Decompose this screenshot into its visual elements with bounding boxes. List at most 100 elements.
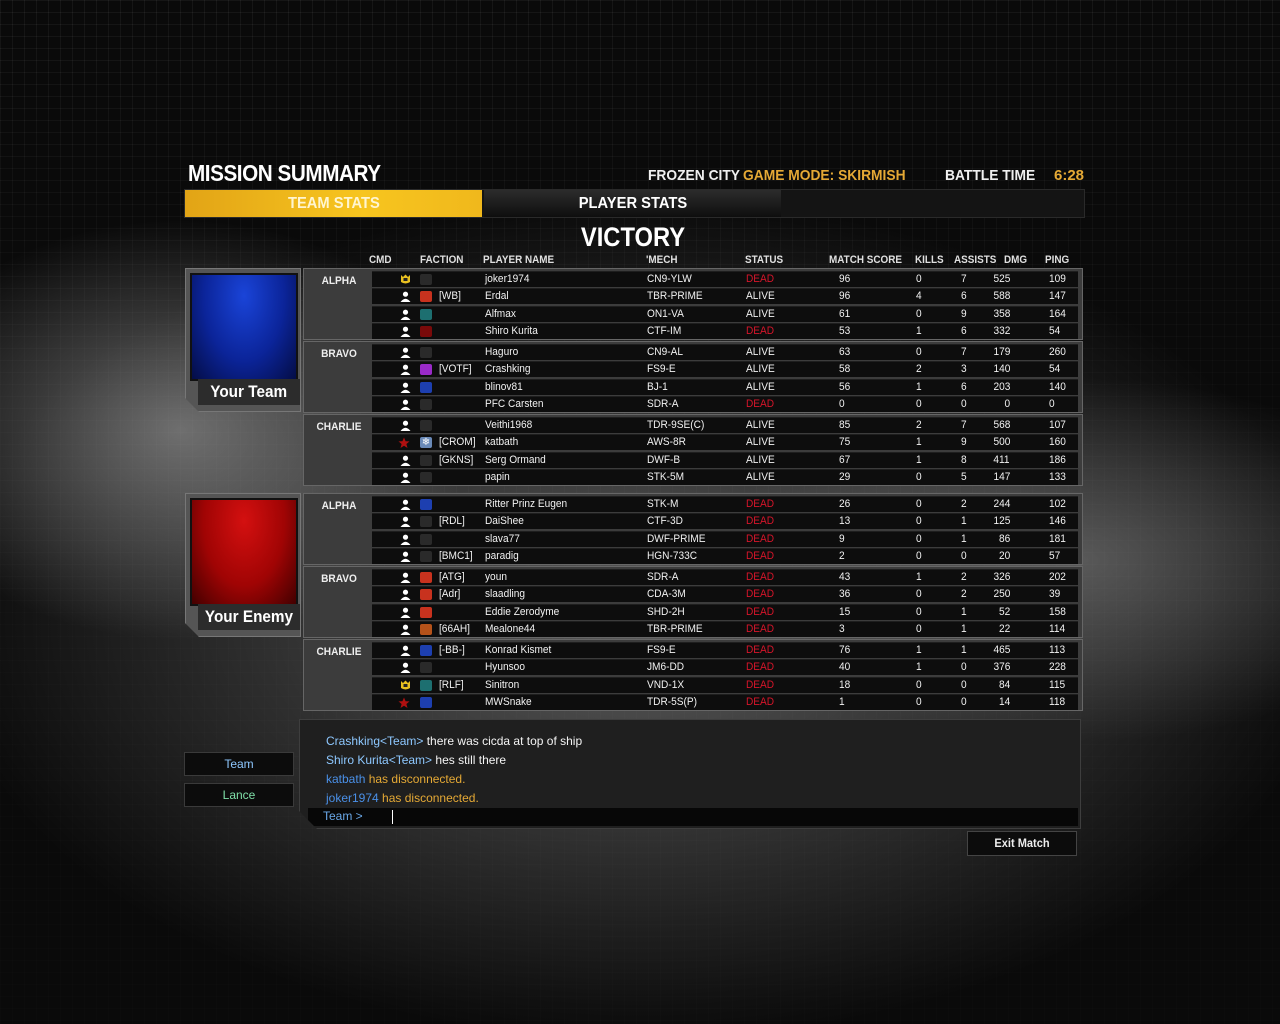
- player-name[interactable]: blinov81: [485, 380, 523, 395]
- player-name[interactable]: Crashking: [485, 362, 531, 377]
- player-name[interactable]: Eddie Zerodyme: [485, 605, 559, 620]
- player-name[interactable]: slava77: [485, 532, 520, 547]
- assists: 1: [961, 515, 967, 528]
- match-score: 9: [839, 532, 845, 545]
- col-match-score[interactable]: MATCH SCORE: [829, 254, 902, 266]
- chat-sender[interactable]: Shiro Kurita<Team>: [326, 753, 432, 767]
- faction-tag: [-BB-]: [439, 644, 465, 656]
- player-row[interactable]: Hyunsoo JM6-DD DEAD 40 1 0 376 228: [372, 659, 1078, 676]
- player-row[interactable]: blinov81 BJ-1 ALIVE 56 1 6 203 140: [372, 378, 1078, 395]
- damage: 20: [998, 549, 1010, 562]
- player-name[interactable]: Mealone44: [485, 622, 535, 637]
- player-name[interactable]: paradig: [485, 549, 519, 564]
- player-row[interactable]: Veithi1968 TDR-9SE(C) ALIVE 85 2 7 568 107: [372, 417, 1078, 433]
- ping: 228: [1049, 661, 1066, 674]
- chat-sender[interactable]: katbath: [326, 772, 365, 786]
- player-name[interactable]: joker1974: [485, 272, 529, 287]
- player-row[interactable]: [Adr] slaadling CDA-3M DEAD 36 0 2 250 39: [372, 586, 1078, 603]
- button-label: Lance: [222, 788, 256, 802]
- damage: 326: [993, 571, 1010, 583]
- player-name[interactable]: Alfmax: [485, 307, 516, 322]
- player-name[interactable]: Ritter Prinz Eugen: [485, 497, 567, 512]
- tab-label: TEAM STATS: [287, 195, 380, 212]
- assists: 1: [961, 622, 967, 635]
- player-name[interactable]: Shiro Kurita: [485, 324, 538, 339]
- mech-variant: CN9-YLW: [647, 273, 692, 285]
- col-kills[interactable]: KILLS: [915, 254, 944, 266]
- match-score: 36: [839, 588, 851, 601]
- tab-player-stats[interactable]: PLAYER STATS: [484, 190, 781, 217]
- assists: 9: [961, 436, 967, 449]
- faction-blue-icon: [420, 645, 432, 656]
- assists: 6: [961, 380, 967, 393]
- founder-icon: [398, 437, 410, 449]
- player-name[interactable]: Veithi1968: [485, 418, 532, 433]
- player-name[interactable]: Serg Ormand: [485, 453, 546, 468]
- mech-variant: FS9-E: [647, 363, 676, 376]
- player-row[interactable]: [WB] Erdal TBR-PRIME ALIVE 96 4 6 588 147: [372, 288, 1078, 305]
- player-row[interactable]: joker1974 CN9-YLW DEAD 96 0 7 525 109: [372, 271, 1078, 287]
- player-name[interactable]: Hyunsoo: [485, 660, 525, 675]
- player-name[interactable]: MWSnake: [485, 695, 532, 710]
- player-name[interactable]: katbath: [485, 435, 518, 450]
- col-dmg[interactable]: DMG: [1004, 254, 1027, 266]
- col-mech[interactable]: 'MECH: [646, 254, 678, 266]
- player-name[interactable]: slaadling: [485, 587, 525, 602]
- chat-input[interactable]: Team >: [308, 808, 1078, 826]
- chat-sender[interactable]: joker1974: [326, 791, 379, 805]
- faction-snowflake-icon: ❄: [420, 437, 432, 449]
- player-name[interactable]: youn: [485, 570, 507, 585]
- damage: 125: [993, 515, 1010, 528]
- player-row[interactable]: Shiro Kurita CTF-IM DEAD 53 1 6 332 54: [372, 322, 1078, 339]
- player-row[interactable]: slava77 DWF-PRIME DEAD 9 0 1 86 181: [372, 530, 1078, 547]
- player-status: DEAD: [746, 622, 775, 635]
- player-name[interactable]: Haguro: [485, 345, 518, 360]
- player-row[interactable]: papin STK-5M ALIVE 29 0 5 147 133: [372, 468, 1078, 485]
- player-row[interactable]: MWSnake TDR-5S(P) DEAD 1 0 0 14 118: [372, 693, 1078, 710]
- your-team-label: Your Team: [198, 379, 300, 405]
- mech-variant: AWS-8R: [647, 436, 686, 449]
- player-row[interactable]: [BMC1] paradig HGN-733C DEAD 2 0 0 20 57: [372, 547, 1078, 564]
- player-row[interactable]: [-BB-] Konrad Kismet FS9-E DEAD 76 1 1 465 113: [372, 642, 1078, 658]
- player-row[interactable]: [ATG] youn SDR-A DEAD 43 1 2 326 202: [372, 569, 1078, 585]
- mech-variant: TBR-PRIME: [647, 290, 703, 303]
- chat-channel-team-button[interactable]: Team: [184, 752, 294, 776]
- player-row[interactable]: Alfmax ON1-VA ALIVE 61 0 9 358 164: [372, 305, 1078, 322]
- player-row[interactable]: [VOTF] Crashking FS9-E ALIVE 58 2 3 140 54: [372, 361, 1078, 378]
- ping: 57: [1049, 549, 1061, 562]
- ping: 102: [1049, 498, 1066, 510]
- col-faction[interactable]: FACTION: [420, 254, 463, 266]
- match-score: 96: [839, 273, 851, 285]
- lance-bravo: BRAVO Haguro CN9-AL ALIVE 63 0 7 179 260 [VOTF] Cr…: [303, 341, 1083, 413]
- col-assists[interactable]: ASSISTS: [954, 254, 996, 266]
- faction-tag: [BMC1]: [439, 549, 473, 562]
- player-row[interactable]: [GKNS] Serg Ormand DWF-B ALIVE 67 1 8 411 186: [372, 451, 1078, 468]
- chat-sender[interactable]: Crashking<Team>: [326, 734, 423, 748]
- player-name[interactable]: Erdal: [485, 289, 509, 304]
- col-cmd[interactable]: CMD: [369, 254, 392, 266]
- player-row[interactable]: [RDL] DaiShee CTF-3D DEAD 13 0 1 125 146: [372, 513, 1078, 530]
- player-row[interactable]: PFC Carsten SDR-A DEAD 0 0 0 0 0: [372, 395, 1078, 412]
- tab-team-stats[interactable]: TEAM STATS: [185, 190, 482, 217]
- player-name[interactable]: PFC Carsten: [485, 397, 543, 412]
- player-row[interactable]: [66AH] Mealone44 TBR-PRIME DEAD 3 0 1 22 114: [372, 620, 1078, 637]
- assists: 2: [961, 588, 967, 601]
- player-row[interactable]: Haguro CN9-AL ALIVE 63 0 7 179 260: [372, 344, 1078, 360]
- chat-text: there was cicda at top of ship: [423, 734, 583, 748]
- player-name[interactable]: Konrad Kismet: [485, 643, 551, 658]
- player-row[interactable]: Ritter Prinz Eugen STK-M DEAD 26 0 2 244 102: [372, 496, 1078, 512]
- player-name[interactable]: Sinitron: [485, 678, 519, 693]
- player-name[interactable]: papin: [485, 470, 510, 485]
- match-score: 18: [839, 678, 851, 691]
- player-name[interactable]: DaiShee: [485, 514, 524, 529]
- player-row[interactable]: ❄ [CROM] katbath AWS-8R ALIVE 75 1 9 500 160: [372, 434, 1078, 451]
- kills: 1: [916, 324, 922, 337]
- player-row[interactable]: Eddie Zerodyme SHD-2H DEAD 15 0 1 52 158: [372, 603, 1078, 620]
- player-row[interactable]: [RLF] Sinitron VND-1X DEAD 18 0 0 84 115: [372, 676, 1078, 693]
- col-status[interactable]: STATUS: [745, 254, 783, 266]
- col-player-name[interactable]: PLAYER NAME: [483, 254, 554, 266]
- match-score: 40: [839, 661, 851, 674]
- col-ping[interactable]: PING: [1045, 254, 1069, 266]
- exit-match-button[interactable]: Exit Match: [967, 831, 1077, 856]
- chat-channel-lance-button[interactable]: Lance: [184, 783, 294, 807]
